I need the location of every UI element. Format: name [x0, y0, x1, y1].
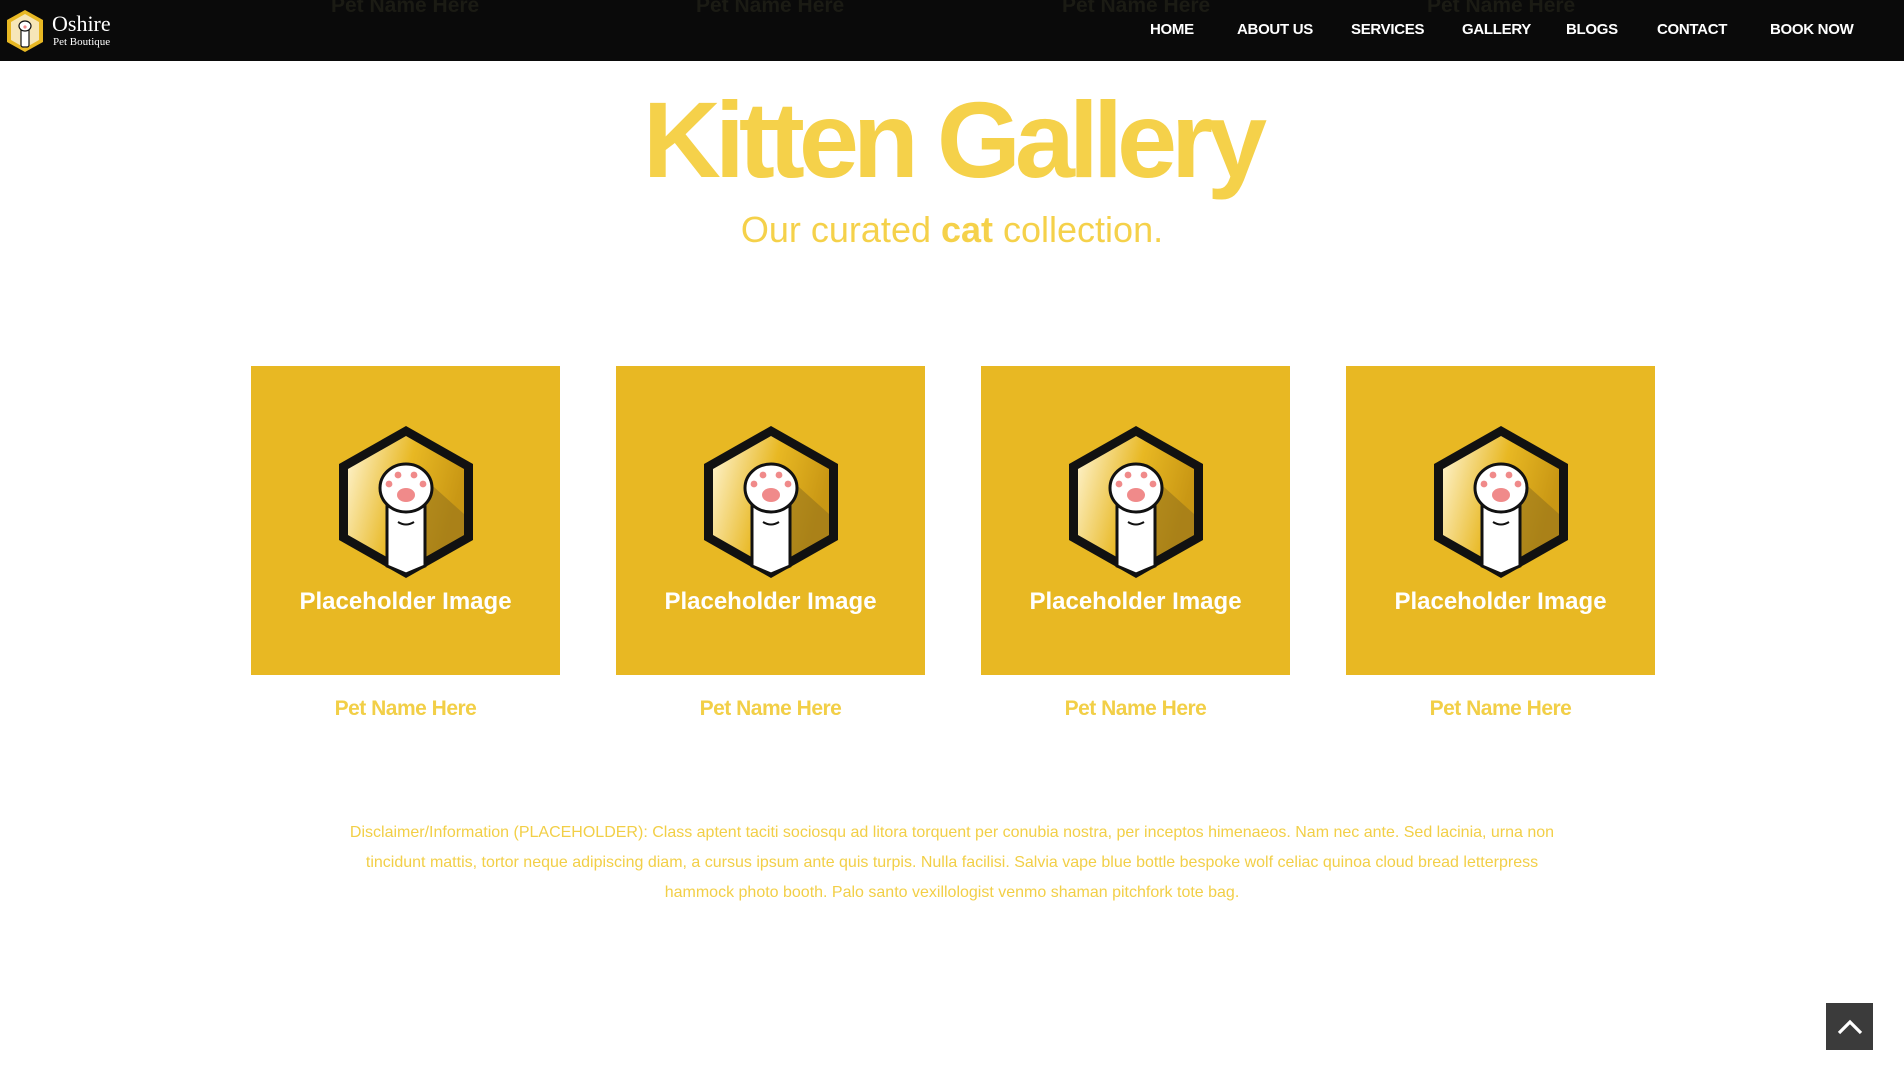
chevron-up-icon [1837, 1019, 1862, 1034]
nav-contact[interactable]: CONTACT [1657, 21, 1727, 38]
main-nav: HOME ABOUT US SERVICES GALLERY BLOGS CON… [0, 0, 1904, 61]
placeholder-image-label: Placeholder Image [664, 588, 877, 615]
nav-blogs[interactable]: BLOGS [1566, 21, 1618, 38]
subtitle-pre: Our curated [740, 209, 941, 250]
paw-hexagon-icon [704, 426, 838, 578]
pet-name[interactable]: Pet Name Here [1346, 697, 1655, 721]
nav-gallery[interactable]: GALLERY [1462, 21, 1531, 38]
gallery-card[interactable]: Placeholder Image Pet Name Here [981, 366, 1290, 721]
site-header: Pet Name Here Pet Name Here Pet Name Her… [0, 0, 1904, 61]
back-to-top-button[interactable] [1826, 1003, 1873, 1050]
nav-book-now[interactable]: BOOK NOW [1770, 21, 1854, 38]
page-title: Kitten Gallery [642, 79, 1267, 200]
disclaimer-text: Disclaimer/Information (PLACEHOLDER): Cl… [349, 824, 1555, 901]
placeholder-image-label: Placeholder Image [1029, 588, 1242, 615]
gallery-card[interactable]: Placeholder Image Pet Name Here [251, 366, 560, 721]
pet-name[interactable]: Pet Name Here [981, 697, 1290, 721]
gallery-card[interactable]: Placeholder Image Pet Name Here [616, 366, 925, 721]
card-image[interactable]: Placeholder Image [981, 366, 1290, 675]
card-image[interactable]: Placeholder Image [251, 366, 560, 675]
card-image[interactable]: Placeholder Image [616, 366, 925, 675]
nav-home[interactable]: HOME [1150, 21, 1194, 38]
nav-about-us[interactable]: ABOUT US [1237, 21, 1313, 38]
placeholder-image-label: Placeholder Image [299, 588, 512, 615]
paw-hexagon-icon [1069, 426, 1203, 578]
placeholder-image-label: Placeholder Image [1394, 588, 1607, 615]
nav-services[interactable]: SERVICES [1351, 21, 1424, 38]
subtitle-bold: cat [940, 209, 994, 250]
page-subtitle: Our curated cat collection. [0, 208, 1904, 252]
pet-name[interactable]: Pet Name Here [616, 697, 925, 721]
paw-hexagon-icon [1434, 426, 1568, 578]
card-image[interactable]: Placeholder Image [1346, 366, 1655, 675]
paw-hexagon-icon [339, 426, 473, 578]
pet-name[interactable]: Pet Name Here [251, 697, 560, 721]
subtitle-post: collection. [993, 209, 1164, 250]
gallery-card[interactable]: Placeholder Image Pet Name Here [1346, 366, 1655, 721]
